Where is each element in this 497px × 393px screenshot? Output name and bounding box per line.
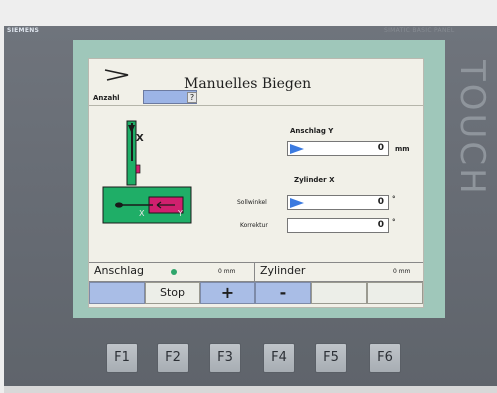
status-zylinder: Zylinder 0 mm bbox=[255, 263, 423, 281]
status-row: Anschlag 0 mm Zylinder 0 mm bbox=[89, 262, 423, 282]
angle-indicator-icon bbox=[290, 198, 304, 208]
status-anschlag-value: 0 mm bbox=[218, 268, 236, 275]
axis-x-marker: X bbox=[139, 209, 145, 218]
divider bbox=[89, 105, 423, 106]
f6-key[interactable]: F6 bbox=[369, 343, 401, 373]
f3-key[interactable]: F3 bbox=[209, 343, 241, 373]
sollwinkel-field[interactable]: 0 bbox=[287, 195, 389, 210]
korrektur-field[interactable]: 0 bbox=[287, 218, 389, 233]
sollwinkel-label: Sollwinkel bbox=[237, 199, 267, 206]
anschlag-y-label: Anschlag Y bbox=[290, 127, 334, 135]
bending-machine-diagram bbox=[102, 120, 192, 224]
status-anschlag-name: Anschlag bbox=[94, 264, 145, 277]
blank-button-2[interactable] bbox=[311, 282, 367, 304]
touch-label: TOUCH bbox=[452, 60, 492, 197]
status-anschlag: Anschlag 0 mm bbox=[89, 263, 255, 281]
anzahl-label: Anzahl bbox=[93, 94, 120, 102]
korrektur-label: Korrektur bbox=[240, 222, 268, 229]
blank-button-1[interactable] bbox=[89, 282, 145, 304]
korrektur-value: 0 bbox=[377, 220, 384, 230]
f4-key[interactable]: F4 bbox=[263, 343, 295, 373]
hmi-screen: Manuelles Biegen Anzahl ? X X Y Anschlag… bbox=[88, 58, 424, 308]
anzahl-help-button[interactable]: ? bbox=[187, 92, 197, 103]
page-title: Manuelles Biegen bbox=[184, 76, 312, 92]
sollwinkel-unit: ° bbox=[392, 195, 396, 203]
axis-x-label: X bbox=[136, 133, 144, 144]
minus-button[interactable]: - bbox=[255, 282, 311, 304]
status-led-icon bbox=[171, 269, 177, 275]
anschlag-y-unit: mm bbox=[395, 145, 410, 153]
panel-base bbox=[4, 386, 497, 393]
sensor-shape bbox=[135, 164, 141, 174]
korrektur-unit: ° bbox=[392, 218, 396, 226]
stop-button[interactable]: Stop bbox=[145, 282, 200, 304]
anschlag-y-field[interactable]: 0 bbox=[287, 141, 389, 156]
position-indicator-icon bbox=[290, 144, 304, 154]
model-label: SIMATIC BASIC PANEL bbox=[384, 27, 455, 34]
brand-label: SIEMENS bbox=[7, 27, 40, 34]
status-zylinder-value: 0 mm bbox=[393, 268, 411, 275]
bending-logo-icon bbox=[104, 69, 129, 81]
blank-button-3[interactable] bbox=[367, 282, 423, 304]
button-row: Stop + - bbox=[89, 282, 423, 305]
plus-button[interactable]: + bbox=[200, 282, 255, 304]
f2-key[interactable]: F2 bbox=[157, 343, 189, 373]
status-zylinder-name: Zylinder bbox=[260, 264, 306, 277]
f1-key[interactable]: F1 bbox=[106, 343, 138, 373]
zylinder-x-label: Zylinder X bbox=[294, 176, 335, 184]
sollwinkel-value: 0 bbox=[377, 197, 384, 207]
anschlag-y-value: 0 bbox=[377, 143, 384, 153]
axis-y-marker: Y bbox=[178, 209, 183, 218]
f5-key[interactable]: F5 bbox=[315, 343, 347, 373]
piston-head-shape bbox=[115, 202, 123, 208]
